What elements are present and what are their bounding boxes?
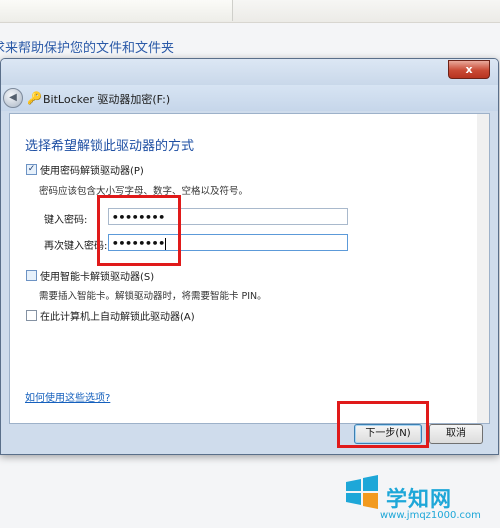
scrollbar[interactable] xyxy=(477,114,489,423)
smartcard-option-label: 使用智能卡解锁驱动器(S) xyxy=(40,272,155,283)
help-link[interactable]: 如何使用这些选项? xyxy=(25,389,110,404)
enter-password-label: 键入密码: xyxy=(44,215,88,226)
page-title: 选择希望解锁此驱动器的方式 xyxy=(25,139,195,154)
smartcard-checkbox[interactable] xyxy=(26,270,37,281)
watermark-url: www.jmqz1000.com xyxy=(380,510,481,521)
smartcard-hint: 需要插入智能卡。解锁驱动器时，将需要智能卡 PIN。 xyxy=(39,291,267,302)
background-window-strip xyxy=(0,0,500,23)
background-heading: 求来帮助保护您的文件和文件夹 xyxy=(0,41,175,56)
navigation-bar: ◀ 🔑 BitLocker 驱动器加密(F:) xyxy=(1,85,498,111)
password-highlight-box xyxy=(97,195,181,266)
window-title: BitLocker 驱动器加密(F:) xyxy=(43,93,171,106)
password-checkbox[interactable]: ✓ xyxy=(26,164,37,175)
back-button[interactable]: ◀ xyxy=(3,88,23,108)
background-tab-fragment xyxy=(0,0,233,21)
watermark-name: 学知网 xyxy=(386,487,452,511)
autounlock-option-label: 在此计算机上自动解锁此驱动器(A) xyxy=(40,312,195,323)
watermark-logo-icon xyxy=(346,475,378,509)
title-bar: x xyxy=(1,59,498,85)
dialog-content: 选择希望解锁此驱动器的方式 ✓ 使用密码解锁驱动器(P) 密码应该包含大小写字母… xyxy=(9,113,490,424)
autounlock-checkbox[interactable] xyxy=(26,310,37,321)
close-button[interactable]: x xyxy=(448,60,490,79)
cancel-button[interactable]: 取消 xyxy=(429,424,483,444)
next-button-highlight-box xyxy=(337,401,429,448)
bitlocker-window: x ◀ 🔑 BitLocker 驱动器加密(F:) 选择希望解锁此驱动器的方式 … xyxy=(0,58,499,455)
bitlocker-key-icon: 🔑 xyxy=(27,91,42,105)
password-option-label: 使用密码解锁驱动器(P) xyxy=(40,166,144,177)
